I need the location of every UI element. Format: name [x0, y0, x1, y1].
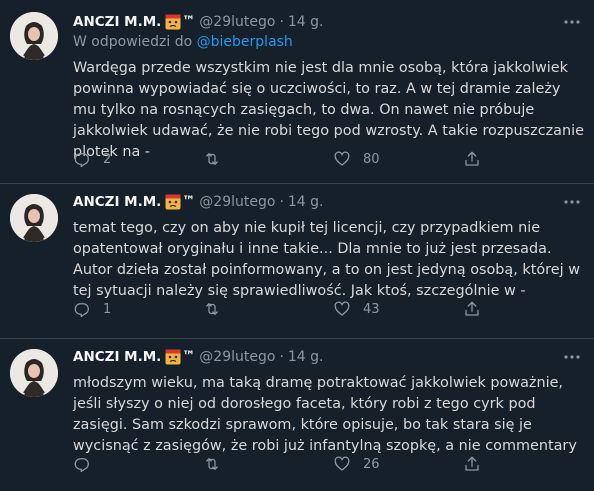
- retweet-button[interactable]: [203, 150, 333, 168]
- name-badge: ™: [182, 14, 196, 29]
- like-count: 43: [363, 301, 380, 317]
- separator-dot: ·: [279, 349, 284, 365]
- retweet-icon: [206, 153, 218, 165]
- worried-face-emoji-icon: [165, 349, 181, 365]
- reply-button[interactable]: 2: [73, 150, 203, 168]
- tweet-header: ANCZI M.M. ™ @29lutego · 14 g.: [73, 12, 584, 32]
- like-count: 26: [363, 456, 380, 472]
- avatar[interactable]: [10, 12, 58, 60]
- share-icon: [465, 151, 479, 166]
- tweet-text: młodszym wieku, ma taką dramę potraktowa…: [73, 375, 577, 454]
- reply-button[interactable]: [73, 455, 203, 473]
- tweet-actions: 1 43: [73, 300, 503, 318]
- user-handle[interactable]: @29lutego: [199, 347, 275, 367]
- like-button[interactable]: 43: [333, 300, 463, 318]
- like-button[interactable]: 26: [333, 455, 463, 473]
- display-name[interactable]: ANCZI M.M.: [73, 192, 161, 212]
- reply-mention-link[interactable]: @bieberplash: [197, 34, 293, 50]
- like-button[interactable]: 80: [333, 150, 463, 168]
- share-icon: [465, 456, 479, 471]
- name-badge: ™: [182, 194, 196, 209]
- reply-button[interactable]: 1: [73, 300, 203, 318]
- tweet-text: temat tego, czy on aby nie kupił tej lic…: [73, 220, 580, 299]
- reply-count: 2: [103, 151, 112, 167]
- reply-icon: [74, 153, 89, 168]
- heart-icon: [334, 151, 350, 166]
- reply-count: 1: [103, 301, 112, 317]
- user-handle[interactable]: @29lutego: [199, 192, 275, 212]
- separator-dot: ·: [279, 194, 284, 210]
- tweet-header: ANCZI M.M. ™ @29lutego · 14 g.: [73, 347, 584, 367]
- worried-face-emoji-icon: [165, 14, 181, 30]
- timeline: ANCZI M.M. ™ @29lutego · 14 g. W odpowie…: [0, 0, 594, 491]
- retweet-icon: [206, 458, 218, 470]
- avatar[interactable]: [10, 194, 58, 242]
- display-name[interactable]: ANCZI M.M.: [73, 347, 161, 367]
- tweet-text: Wardęga przede wszystkim nie jest dla mn…: [73, 60, 584, 160]
- reply-icon: [74, 303, 89, 318]
- separator-dot: ·: [279, 14, 284, 30]
- avatar[interactable]: [10, 349, 58, 397]
- heart-icon: [334, 301, 350, 316]
- retweet-button[interactable]: [203, 300, 333, 318]
- retweet-button[interactable]: [203, 455, 333, 473]
- user-handle[interactable]: @29lutego: [199, 12, 275, 32]
- display-name[interactable]: ANCZI M.M.: [73, 12, 161, 32]
- reply-icon: [74, 458, 89, 473]
- like-count: 80: [363, 151, 380, 167]
- timestamp[interactable]: 14 g.: [288, 12, 324, 32]
- more-dots-icon[interactable]: [560, 190, 584, 214]
- tweet[interactable]: ANCZI M.M. ™ @29lutego · 14 g.: [0, 184, 594, 339]
- retweet-icon: [206, 303, 218, 315]
- tweet[interactable]: ANCZI M.M. ™ @29lutego · 14 g.: [0, 0, 594, 184]
- name-badge: ™: [182, 349, 196, 364]
- share-button[interactable]: [463, 300, 503, 318]
- tweet-header: ANCZI M.M. ™ @29lutego · 14 g.: [73, 192, 584, 212]
- share-icon: [465, 301, 479, 316]
- share-button[interactable]: [463, 455, 503, 473]
- share-button[interactable]: [463, 150, 503, 168]
- timestamp[interactable]: 14 g.: [288, 192, 324, 212]
- reply-prefix: W odpowiedzi do: [73, 34, 193, 50]
- more-dots-icon[interactable]: [560, 10, 584, 34]
- heart-icon: [334, 456, 350, 471]
- timestamp[interactable]: 14 g.: [288, 347, 324, 367]
- worried-face-emoji-icon: [165, 194, 181, 210]
- tweet-actions: 2 80: [73, 150, 503, 168]
- tweet-actions: 26: [73, 455, 503, 473]
- reply-context: W odpowiedzi do @bieberplash: [73, 32, 584, 52]
- tweet[interactable]: ANCZI M.M. ™ @29lutego · 14 g.: [0, 339, 594, 491]
- more-dots-icon[interactable]: [560, 345, 584, 369]
